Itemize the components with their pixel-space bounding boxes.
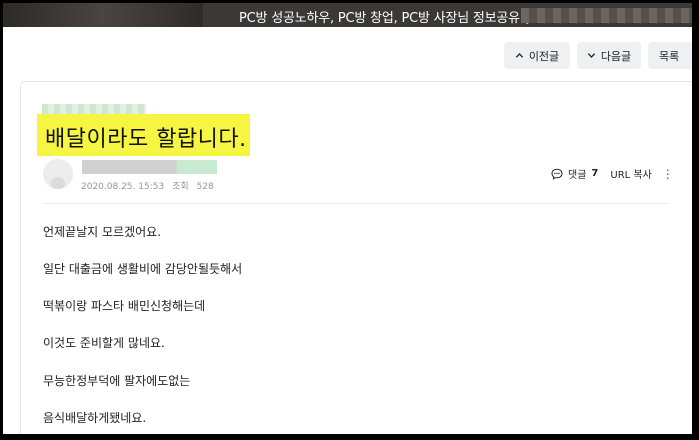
prev-post-label: 이전글 (528, 49, 560, 63)
prev-post-button[interactable]: 이전글 (504, 42, 570, 69)
body-paragraph: 무능한정부덕에 팔자에도없는 (43, 374, 191, 388)
board-name-blurred (42, 104, 146, 114)
next-post-button[interactable]: 다음글 (577, 42, 641, 69)
body-paragraph: 일단 대출금에 생활비에 감당안될듯해서 (43, 262, 243, 276)
cafe-title[interactable]: PC방 성공노하우, PC방 창업, PC방 사장님 정보공유 ( (239, 7, 529, 26)
cafe-title-blurred (521, 8, 692, 23)
body-paragraph: 떡볶이랑 파스타 배민신청해는데 (43, 299, 206, 313)
views-count: 528 (196, 182, 214, 192)
author-name-blurred[interactable] (82, 160, 217, 174)
chevron-up-icon (515, 52, 523, 58)
list-button[interactable]: 목록 (648, 42, 692, 69)
screenshot-frame: PC방 성공노하우, PC방 창업, PC방 사장님 정보공유 ( 이전글 다음… (3, 3, 692, 434)
views-label: 조회 (172, 182, 189, 192)
next-post-label: 다음글 (600, 49, 632, 63)
comment-label[interactable]: 댓글 (568, 166, 586, 181)
post-tools: 댓글 7 URL 복사 ⋮ (551, 166, 674, 181)
post-title: 배달이라도 할랍니다. (45, 127, 247, 152)
chevron-down-icon (587, 53, 595, 59)
cafe-logo-blurred (3, 3, 203, 27)
body-paragraph: 언제끝날지 모르겠어요. (43, 225, 162, 239)
comment-count[interactable]: 7 (591, 168, 598, 179)
body-paragraph: 음식배달하게됐네요. (43, 411, 147, 425)
post-meta: 2020.08.25. 15:53 조회 528 (81, 179, 214, 192)
divider (43, 203, 669, 204)
url-copy-button[interactable]: URL 복사 (610, 166, 651, 181)
more-vertical-icon[interactable]: ⋮ (662, 167, 674, 181)
list-label: 목록 (659, 49, 680, 63)
comment-bubble-icon[interactable] (551, 168, 563, 180)
article-card: 배달이라도 할랍니다. 2020.08.25. 15:53 조회 528 댓글 … (20, 81, 692, 434)
author-avatar[interactable] (43, 159, 73, 189)
post-date: 2020.08.25. 15:53 (81, 182, 165, 192)
body-paragraph: 이것도 준비할게 많네요. (43, 336, 165, 350)
cafe-header: PC방 성공노하우, PC방 창업, PC방 사장님 정보공유 ( (3, 3, 692, 27)
